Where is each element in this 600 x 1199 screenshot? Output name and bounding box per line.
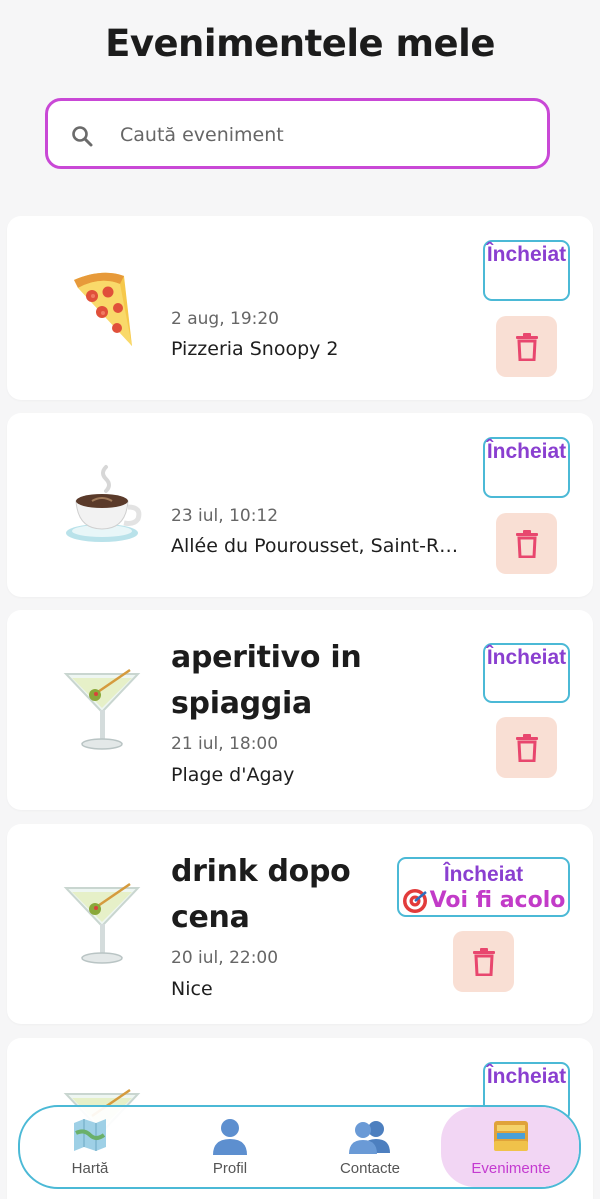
bottom-nav: Hartă Profil Contacte Evenimente [18, 1105, 581, 1189]
trash-icon [515, 733, 538, 762]
event-location: Plage d'Agay [171, 764, 295, 786]
status-label: Încheiat [486, 440, 567, 463]
nav-label: Evenimente [471, 1160, 551, 1177]
delete-button[interactable] [496, 316, 557, 377]
coffee-icon [66, 465, 142, 542]
search-bar[interactable] [45, 98, 550, 169]
event-location: Allée du Pourousset, Saint-R… [171, 535, 459, 557]
delete-button[interactable] [453, 931, 514, 992]
search-icon [72, 126, 93, 147]
status-badge: Încheiat [483, 643, 570, 703]
event-date: 21 iul, 18:00 [171, 734, 279, 754]
nav-label: Profil [212, 1160, 248, 1177]
trash-icon [515, 332, 538, 361]
status-badge: Încheiat [483, 240, 570, 301]
nav-label: Contacte [339, 1160, 401, 1177]
event-card[interactable]: aperitivo in spiaggia 21 iul, 18:00 Plag… [7, 610, 593, 810]
attendance-label: Voi fi acolo [399, 888, 568, 914]
event-card[interactable]: drink dopo cena 20 iul, 22:00 Nice Înche… [7, 824, 593, 1024]
event-card[interactable]: 23 iul, 10:12 Allée du Pourousset, Saint… [7, 413, 593, 597]
event-name: drink dopo cena [171, 854, 351, 935]
status-label: Încheiat [486, 243, 567, 266]
attendance-text: Voi fi acolo [429, 888, 566, 913]
nav-label: Hartă [71, 1160, 109, 1177]
nav-item-evenimente[interactable]: Evenimente [441, 1107, 579, 1187]
trash-icon [515, 529, 538, 558]
contacts-icon [349, 1121, 390, 1154]
status-badge: Încheiat Voi fi acolo [397, 857, 570, 917]
page-title: Evenimentele mele [105, 22, 495, 65]
event-location: Pizzeria Snoopy 2 [171, 338, 339, 360]
status-label: Încheiat [486, 646, 567, 669]
folder-icon [494, 1121, 528, 1151]
event-name: aperitivo in spiaggia [171, 640, 362, 721]
nav-item-harta[interactable]: Hartă [20, 1107, 160, 1187]
event-location: Nice [171, 978, 213, 1000]
event-card[interactable]: 2 aug, 19:20 Pizzeria Snoopy 2 Încheiat [7, 216, 593, 400]
pizza-icon [74, 272, 132, 346]
event-date: 20 iul, 22:00 [171, 948, 279, 968]
nav-item-profil[interactable]: Profil [160, 1107, 300, 1187]
status-label: Încheiat [443, 863, 524, 886]
delete-button[interactable] [496, 717, 557, 778]
search-input[interactable] [118, 111, 522, 159]
target-icon [402, 889, 427, 913]
cocktail-icon [63, 668, 141, 750]
status-badge: Încheiat [483, 437, 570, 498]
trash-icon [472, 947, 495, 976]
cocktail-icon [63, 882, 141, 964]
event-date: 2 aug, 19:20 [171, 309, 280, 329]
nav-item-contacte[interactable]: Contacte [300, 1107, 440, 1187]
event-date: 23 iul, 10:12 [171, 506, 279, 526]
user-icon [213, 1119, 247, 1155]
delete-button[interactable] [496, 513, 557, 574]
status-label: Încheiat [486, 1065, 567, 1088]
map-icon [74, 1119, 106, 1151]
